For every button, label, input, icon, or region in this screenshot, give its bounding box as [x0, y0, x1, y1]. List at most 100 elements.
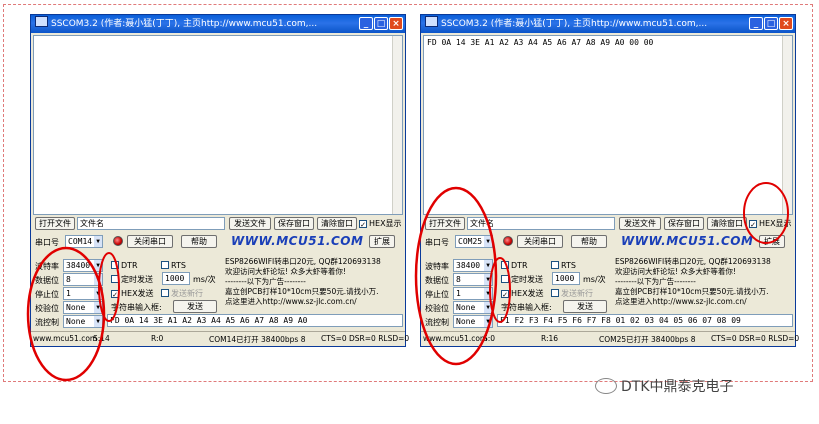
send-input[interactable]: F1 F2 F3 F4 F5 F6 F7 F8 01 02 03 04 05 0… [497, 314, 793, 327]
stopbits-select[interactable]: 1 ▼ [453, 287, 493, 300]
rts-checkbox[interactable]: RTS [161, 260, 186, 271]
open-file-button[interactable]: 打开文件 [425, 217, 465, 230]
hex-send-label: HEX发送 [121, 289, 154, 298]
ad-line-5[interactable]: 点这里进入http://www.sz-jlc.com.cn/ [225, 297, 357, 307]
send-newline-checkbox[interactable]: 发送新行 [161, 288, 203, 299]
ad-line-4[interactable]: 嘉立创PCB打样10*10cm只要50元.请找小万. [225, 287, 378, 297]
minimize-button[interactable]: _ [749, 17, 763, 30]
hex-display-label: HEX显示 [759, 219, 792, 228]
send-file-button[interactable]: 发送文件 [229, 217, 271, 230]
status-site: www.mcu51.com [423, 334, 488, 343]
chevron-down-icon: ▼ [484, 260, 492, 271]
send-file-button[interactable]: 发送文件 [619, 217, 661, 230]
parity-select[interactable]: None ▼ [453, 301, 493, 314]
hex-display-checkbox[interactable]: ✓ HEX显示 [359, 218, 402, 229]
checkbox-checked-icon: ✓ [111, 290, 119, 299]
stopbits-select[interactable]: 1 ▼ [63, 287, 103, 300]
rts-checkbox[interactable]: RTS [551, 260, 576, 271]
ad-line-3: --------以下为广告-------- [225, 277, 306, 286]
databits-label: 数据位 [35, 276, 59, 285]
minimize-button[interactable]: _ [359, 17, 373, 30]
checkbox-checked-icon: ✓ [501, 290, 509, 299]
open-file-button[interactable]: 打开文件 [35, 217, 75, 230]
send-input[interactable]: FD 0A 14 3E A1 A2 A3 A4 A5 A6 A7 A8 A9 A… [107, 314, 403, 327]
filename-input[interactable]: 文件名 [467, 217, 615, 230]
hex-display-checkbox[interactable]: ✓ HEX显示 [749, 218, 792, 229]
mcu51-logo: WWW.MCU51.COM [231, 234, 364, 248]
receive-scrollbar[interactable] [392, 36, 402, 214]
baud-select[interactable]: 38400 ▼ [63, 259, 103, 272]
ad-line-2: 欢迎访问大虾论坛! 众多大虾等着你! [615, 267, 736, 276]
flow-value: None [456, 317, 476, 326]
databits-select[interactable]: 8 ▼ [453, 273, 493, 286]
parity-value: None [66, 303, 86, 312]
send-newline-checkbox[interactable]: 发送新行 [551, 288, 593, 299]
port-status-led-icon [113, 236, 123, 246]
status-sent: S:0 [483, 334, 496, 343]
interval-input[interactable]: 1000 [552, 272, 580, 285]
filename-input[interactable]: 文件名 [77, 217, 225, 230]
status-received: R:16 [541, 334, 559, 343]
chevron-down-icon: ▼ [484, 302, 492, 313]
chevron-down-icon: ▼ [484, 288, 492, 299]
ad-line-4[interactable]: 嘉立创PCB打样10*10cm只要50元.请找小万. [615, 287, 768, 297]
close-button[interactable]: × [389, 17, 403, 30]
send-newline-label: 发送新行 [171, 289, 203, 298]
clear-window-button[interactable]: 清除窗口 [317, 217, 357, 230]
status-lines: CTS=0 DSR=0 RLSD=0 [321, 334, 410, 343]
status-bar: www.mcu51.com S:14 R:0 COM14已打开 38400bps… [31, 331, 409, 346]
databits-value: 8 [456, 275, 461, 284]
help-button[interactable]: 帮助 [181, 235, 217, 248]
ad-line-5[interactable]: 点这里进入http://www.sz-jlc.com.cn/ [615, 297, 747, 307]
send-newline-label: 发送新行 [561, 289, 593, 298]
ad-line-1: ESP8266WIFI转串口20元, QQ群120693138 [225, 257, 381, 266]
close-port-button[interactable]: 关闭串口 [127, 235, 173, 248]
stopbits-label: 停止位 [425, 290, 449, 299]
save-window-button[interactable]: 保存窗口 [664, 217, 704, 230]
send-button[interactable]: 发送 [173, 300, 217, 313]
expand-button[interactable]: 扩展 [759, 235, 785, 248]
hex-send-label: HEX发送 [511, 289, 544, 298]
dtr-checkbox[interactable]: DTR [111, 260, 138, 271]
help-button[interactable]: 帮助 [571, 235, 607, 248]
close-port-button[interactable]: 关闭串口 [517, 235, 563, 248]
checkbox-icon [501, 275, 509, 283]
parity-select[interactable]: None ▼ [63, 301, 103, 314]
dtr-checkbox[interactable]: DTR [501, 260, 528, 271]
checkbox-icon [161, 289, 169, 297]
close-button[interactable]: × [779, 17, 793, 30]
receive-scrollbar[interactable] [782, 36, 792, 214]
watermark-text: DTK中鼎泰克电子 [621, 379, 734, 395]
databits-select[interactable]: 8 ▼ [63, 273, 103, 286]
receive-area[interactable] [33, 35, 403, 215]
interval-unit: ms/次 [583, 275, 606, 284]
stopbits-value: 1 [66, 289, 71, 298]
hex-display-label: HEX显示 [369, 219, 402, 228]
checkbox-icon [161, 261, 169, 269]
timed-send-checkbox[interactable]: 定时发送 [501, 274, 543, 285]
chevron-down-icon: ▼ [94, 236, 102, 247]
flow-select[interactable]: None ▼ [63, 315, 103, 328]
title-bar: SSCOM3.2 (作者:聂小猛(丁丁), 主页http://www.mcu51… [421, 15, 795, 33]
port-select[interactable]: COM14 ▼ [65, 235, 103, 248]
maximize-button[interactable]: □ [374, 17, 388, 30]
timed-send-checkbox[interactable]: 定时发送 [111, 274, 153, 285]
checkbox-icon [111, 261, 119, 269]
hex-send-checkbox[interactable]: ✓ HEX发送 [111, 288, 154, 299]
hex-send-checkbox[interactable]: ✓ HEX发送 [501, 288, 544, 299]
receive-area[interactable]: FD 0A 14 3E A1 A2 A3 A4 A5 A6 A7 A8 A9 A… [423, 35, 793, 215]
rts-label: RTS [561, 261, 576, 270]
flow-select[interactable]: None ▼ [453, 315, 493, 328]
baud-select[interactable]: 38400 ▼ [453, 259, 493, 272]
send-button[interactable]: 发送 [563, 300, 607, 313]
clear-window-button[interactable]: 清除窗口 [707, 217, 747, 230]
chevron-down-icon: ▼ [94, 316, 102, 327]
port-select[interactable]: COM25 ▼ [455, 235, 493, 248]
checkbox-icon [501, 261, 509, 269]
save-window-button[interactable]: 保存窗口 [274, 217, 314, 230]
status-port: COM14已打开 38400bps 8 [209, 335, 306, 344]
expand-button[interactable]: 扩展 [369, 235, 395, 248]
sscom-window-right: SSCOM3.2 (作者:聂小猛(丁丁), 主页http://www.mcu51… [420, 14, 799, 347]
interval-input[interactable]: 1000 [162, 272, 190, 285]
maximize-button[interactable]: □ [764, 17, 778, 30]
